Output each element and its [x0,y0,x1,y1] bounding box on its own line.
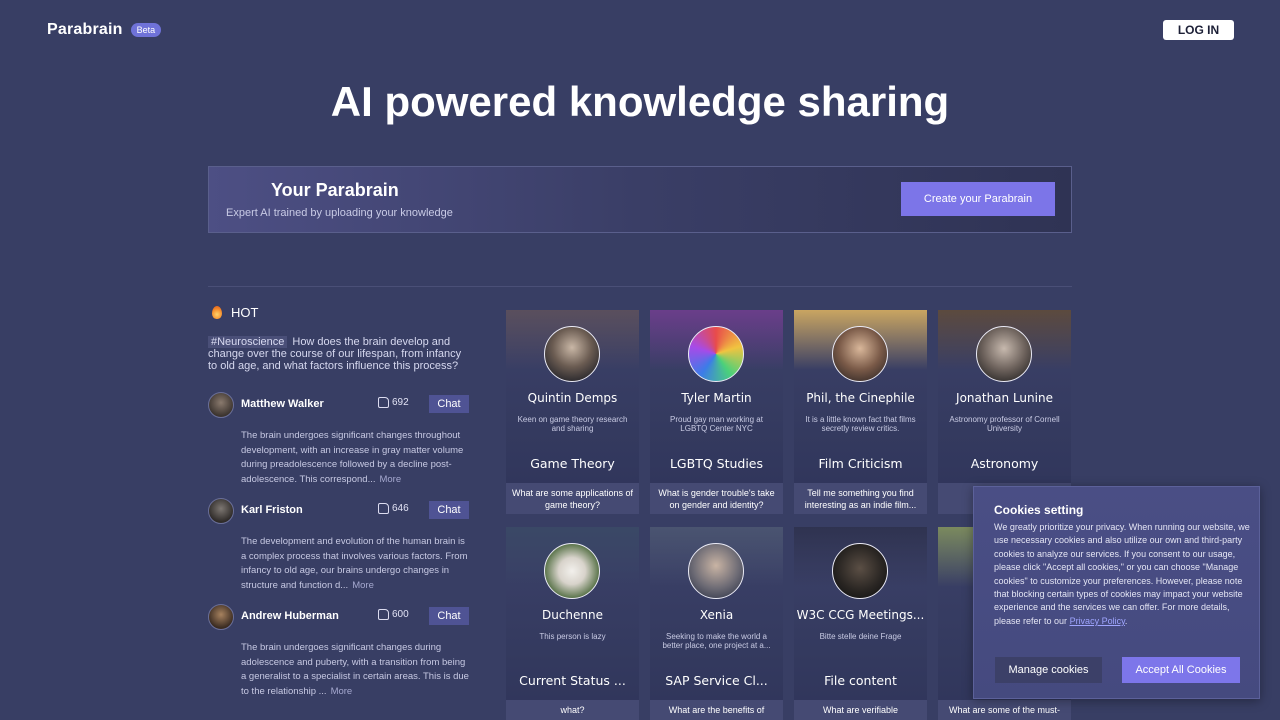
cookie-title: Cookies setting [994,503,1084,517]
parabrain-card[interactable]: Xenia Seeking to make the world a better… [650,527,783,720]
thumbs-up-icon [378,397,389,408]
card-name: Xenia [699,608,734,622]
chat-button[interactable]: Chat [429,501,469,519]
brand[interactable]: Parabrain Beta [47,21,162,39]
card-topic: LGBTQ Studies [669,456,764,471]
card-description: It is a little known fact that films sec… [805,415,916,433]
more-link[interactable]: More [331,686,353,697]
topic-tag[interactable]: #Neuroscience [208,336,288,348]
hot-question[interactable]: #Neuroscience How does the brain develop … [208,336,473,372]
parabrain-card[interactable]: Duchenne This person is lazy Current Sta… [506,527,639,720]
avatar [544,543,600,599]
answer-item: Karl Friston 646 Chat The development an… [208,498,472,593]
avatar[interactable] [208,392,234,418]
hot-label: HOT [231,305,259,320]
parabrain-card[interactable]: Quintin Demps Keen on game theory resear… [506,310,639,514]
card-name: Jonathan Lunine [956,391,1053,405]
card-name: W3C CCG Meetings... [796,608,925,622]
cookie-settings-dialog: Cookies setting We greatly prioritize yo… [973,486,1260,699]
card-name: Quintin Demps [527,391,618,405]
card-topic: Game Theory [530,456,615,471]
parabrain-card[interactable]: Phil, the Cinephile It is a little known… [794,310,927,514]
fire-icon [212,306,222,319]
avatar[interactable] [208,604,234,630]
answer-item: Andrew Huberman 600 Chat The brain under… [208,604,472,699]
like-button[interactable]: 600 [378,609,409,620]
card-topic: Current Status ... [519,673,626,688]
avatar [976,326,1032,382]
answer-text: The development and evolution of the hum… [241,535,469,593]
card-topic: SAP Service Cl... [665,673,768,688]
card-description: Bitte stelle deine Frage [819,632,902,641]
create-parabrain-button[interactable]: Create your Parabrain [901,182,1055,216]
card-question[interactable]: What are the benefits of [650,700,783,720]
like-count: 646 [392,503,409,514]
section-divider [208,286,1072,287]
banner-title: Your Parabrain [271,180,399,200]
parabrain-card[interactable]: W3C CCG Meetings... Bitte stelle deine F… [794,527,927,720]
avatar [832,543,888,599]
chat-button[interactable]: Chat [429,395,469,413]
cookie-text: We greatly prioritize your privacy. When… [994,521,1252,628]
hero-title: AI powered knowledge sharing [330,78,950,125]
privacy-policy-link[interactable]: Privacy Policy [1070,616,1125,626]
login-button[interactable]: LOG IN [1163,20,1234,40]
accept-all-cookies-button[interactable]: Accept All Cookies [1122,657,1240,683]
cookie-suffix: . [1124,615,1128,626]
card-question[interactable]: what? [506,700,639,720]
more-link[interactable]: More [379,474,401,485]
like-button[interactable]: 646 [378,503,409,514]
card-description: This person is lazy [539,632,606,641]
answer-body: The brain undergoes significant changes … [241,430,464,485]
card-question[interactable]: What are some applications of game theor… [506,483,639,514]
card-question[interactable]: What are some of the must- [938,700,1071,720]
card-name: Phil, the Cinephile [806,391,915,405]
chat-button[interactable]: Chat [429,607,469,625]
answer-item: Matthew Walker 692 Chat The brain underg… [208,392,472,487]
answer-author[interactable]: Andrew Huberman [241,610,339,622]
more-link[interactable]: More [352,580,374,591]
your-parabrain-banner: Your Parabrain Expert AI trained by uplo… [208,166,1072,233]
avatar[interactable] [208,498,234,524]
brand-name[interactable]: Parabrain [47,21,123,39]
card-description: Keen on game theory research and sharing [517,415,628,433]
parabrain-card[interactable]: Tyler Martin Proud gay man working at LG… [650,310,783,514]
card-topic: Astronomy [970,456,1039,471]
avatar [832,326,888,382]
answer-author[interactable]: Matthew Walker [241,398,324,410]
thumbs-up-icon [378,503,389,514]
card-description: Proud gay man working at LGBTQ Center NY… [670,415,763,433]
beta-badge: Beta [130,23,162,37]
answer-author[interactable]: Karl Friston [241,504,303,516]
card-question[interactable]: What are verifiable [794,700,927,720]
thumbs-up-icon [378,609,389,620]
card-question[interactable]: Tell me something you find interesting a… [794,483,927,514]
like-count: 600 [392,609,409,620]
card-name: Tyler Martin [681,391,752,405]
cookie-body: We greatly prioritize your privacy. When… [994,522,1250,626]
like-button[interactable]: 692 [378,397,409,408]
hot-header: HOT [210,305,258,320]
like-count: 692 [392,397,409,408]
manage-cookies-button[interactable]: Manage cookies [995,657,1102,683]
card-description: Seeking to make the world a better place… [662,632,771,650]
parabrain-card[interactable]: Jonathan Lunine Astronomy professor of C… [938,310,1071,514]
banner-subtitle: Expert AI trained by uploading your know… [226,207,453,219]
card-name: Duchenne [541,608,604,622]
card-question[interactable]: What is gender trouble's take on gender … [650,483,783,514]
avatar [688,326,744,382]
avatar [688,543,744,599]
avatar [544,326,600,382]
card-topic: Film Criticism [818,456,903,471]
card-description: Astronomy professor of Cornell Universit… [949,415,1060,433]
card-topic: File content [824,673,897,688]
answer-text: The brain undergoes significant changes … [241,429,469,487]
answer-body: The brain undergoes significant changes … [241,642,469,697]
answer-text: The brain undergoes significant changes … [241,641,469,699]
top-header: Parabrain Beta LOG IN [0,0,1280,60]
